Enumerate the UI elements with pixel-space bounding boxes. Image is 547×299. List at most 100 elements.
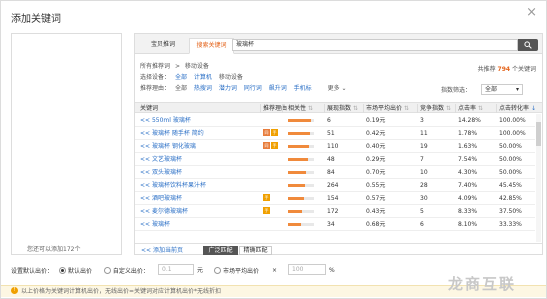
keyword-text[interactable]: 550ml 玻璃杯: [152, 117, 191, 124]
tab-bar: 宝贝推词 搜索关键词 玻璃杯: [135, 34, 542, 54]
keyword-cell: << 麦尔德玻璃杯: [140, 205, 188, 218]
ctr-cell: 4.30%: [458, 169, 478, 176]
add-keyword-link[interactable]: <<: [140, 156, 152, 163]
percent-input[interactable]: 100: [288, 264, 326, 275]
keyword-search-input[interactable]: 玻璃杯: [232, 39, 518, 51]
col-competition[interactable]: 竞争指数 ⇅: [420, 103, 451, 114]
col-market-price[interactable]: 市场平均出价 ⇅: [366, 103, 409, 114]
keyword-cell: << 文艺玻璃杯: [140, 153, 182, 166]
cvr-cell: 100.00%: [499, 117, 526, 124]
add-keyword-link[interactable]: <<: [140, 208, 152, 215]
scrollbar-thumb[interactable]: [536, 122, 541, 146]
more-toggle[interactable]: 更多 ⌄: [328, 85, 347, 92]
table-row[interactable]: << 麦尔德玻璃杯 手 172 0.43元 5 8.33% 37.50%: [135, 205, 535, 218]
table-row[interactable]: << 玻璃杯 钢化玻璃 同手 110 0.40元 19 1.63% 50.00%: [135, 140, 535, 153]
col-ctr[interactable]: 点击率 ⇅: [458, 103, 483, 114]
cvr-cell: 50.00%: [499, 143, 522, 150]
add-keyword-link[interactable]: <<: [140, 130, 152, 137]
keyword-text[interactable]: 文艺玻璃杯: [152, 156, 182, 163]
keyword-text[interactable]: 玻璃杯 随手杯 简约: [152, 130, 204, 137]
search-icon: [524, 41, 532, 49]
keyword-text[interactable]: 双头玻璃杯: [152, 169, 182, 176]
table-row[interactable]: << 玻璃杯 随手杯 简约 同手 51 0.42元 11 1.78% 100.00%: [135, 127, 535, 140]
table-header: 关键词 推荐理由 相关性 ⇅ 展现指数 ⇅ 市场平均出价 ⇅ 竞争指数 ⇅ 点击…: [135, 102, 542, 113]
cvr-cell: 45.45%: [499, 182, 522, 189]
search-button[interactable]: [518, 39, 538, 51]
keyword-cell: << 玻璃杯 随手杯 简约: [140, 127, 204, 140]
total-prefix: 共推荐: [477, 66, 496, 73]
sort-icon: ⇅: [307, 105, 313, 112]
keyword-cell: << 玻璃杯饮料杯果汁杯: [140, 179, 206, 192]
default-bid-radio[interactable]: [58, 267, 66, 274]
custom-bid-option[interactable]: 自定义出价：: [103, 267, 149, 275]
keyword-text[interactable]: 麦尔德玻璃杯: [152, 208, 188, 215]
keyword-cell: << 玻璃杯: [140, 218, 170, 231]
reason-option-rising[interactable]: 飙升词: [269, 85, 287, 92]
market-bid-option[interactable]: 市场平均出价: [214, 266, 259, 275]
market-bid-radio[interactable]: [214, 267, 221, 274]
add-keyword-link[interactable]: <<: [140, 169, 152, 176]
total-suffix: 个关键词: [511, 66, 536, 73]
breadcrumb-root[interactable]: 所有推荐词: [140, 63, 170, 70]
default-bid-label: 默认出价: [67, 268, 92, 275]
custom-bid-input[interactable]: 0.1: [158, 264, 194, 275]
table-row[interactable]: << 550ml 玻璃杯 6 0.19元 3 14.28% 100.00%: [135, 114, 535, 127]
table-scrollbar[interactable]: [536, 114, 541, 242]
category-breadcrumb: 所有推荐词 > 移动设备: [140, 63, 209, 71]
index-filter-value: 全部: [485, 86, 498, 93]
add-keyword-link[interactable]: <<: [140, 221, 152, 228]
keyword-text[interactable]: 玻璃杯饮料杯果汁杯: [152, 182, 206, 189]
col-keyword: 关键词: [140, 105, 159, 112]
table-row[interactable]: << 酒吧玻璃杯 手 154 0.57元 30 4.09% 42.85%: [135, 192, 535, 205]
keyword-text[interactable]: 酒吧玻璃杯: [152, 195, 182, 202]
show-cell: 264: [327, 182, 339, 189]
add-keyword-link[interactable]: <<: [140, 182, 152, 189]
price-cell: 0.55元: [366, 182, 386, 189]
keyword-text[interactable]: 玻璃杯 钢化玻璃: [152, 143, 196, 150]
add-keyword-link[interactable]: <<: [140, 117, 152, 124]
col-relevance[interactable]: 相关性 ⇅: [288, 103, 313, 114]
add-keyword-link[interactable]: <<: [140, 143, 152, 150]
market-bid-label: 市场平均出价: [223, 268, 260, 275]
reason-option-potential[interactable]: 潜力词: [219, 85, 237, 92]
reason-option-peer[interactable]: 同行词: [244, 85, 262, 92]
keyword-text[interactable]: 玻璃杯: [152, 221, 170, 228]
device-option-computer[interactable]: 计算机: [194, 74, 212, 81]
show-cell: 84: [327, 169, 335, 176]
col-impressions-label: 展现指数: [327, 105, 352, 112]
selected-keywords-panel[interactable]: [11, 33, 122, 255]
default-bid-option[interactable]: 默认出价: [58, 267, 92, 275]
reason-tags: 同手: [263, 127, 279, 140]
reason-tag-badge: 同: [263, 129, 270, 136]
index-filter-select[interactable]: 全部 ▾: [481, 84, 523, 95]
ctr-cell: 4.09%: [458, 195, 478, 202]
close-icon[interactable]: ×: [526, 6, 537, 20]
col-impressions[interactable]: 展现指数 ⇅: [327, 103, 358, 114]
col-cvr[interactable]: 点击转化率 ↓: [499, 103, 536, 114]
reason-option-all[interactable]: 全部: [175, 85, 187, 92]
comp-cell: 30: [420, 195, 428, 202]
broad-match-button[interactable]: 广泛匹配: [203, 246, 238, 255]
tab-item-recommend[interactable]: 宝贝推词: [141, 38, 185, 54]
sort-desc-icon: ↓: [530, 105, 536, 112]
col-ctr-label: 点击率: [458, 105, 477, 112]
tab-search-keyword[interactable]: 搜索关键词: [189, 38, 234, 54]
add-current-page-button[interactable]: << 添加当前页: [141, 246, 183, 255]
comp-cell: 7: [420, 156, 424, 163]
table-row[interactable]: << 双头玻璃杯 84 0.70元 10 4.30% 50.00%: [135, 166, 535, 179]
col-reason: 推荐理由: [263, 105, 288, 112]
exact-match-button[interactable]: 精确匹配: [239, 246, 272, 255]
dropdown-arrow-icon: ▾: [515, 86, 519, 93]
device-option-mobile[interactable]: 移动设备: [219, 74, 243, 81]
reason-tags: 同手: [263, 140, 279, 153]
add-keyword-link[interactable]: <<: [140, 195, 152, 202]
device-option-all[interactable]: 全部: [175, 74, 187, 81]
watermark-logo: 龙商互联: [448, 275, 517, 293]
custom-bid-radio[interactable]: [103, 267, 111, 274]
table-row[interactable]: << 玻璃杯饮料杯果汁杯 264 0.55元 28 7.40% 45.45%: [135, 179, 535, 192]
reason-option-hot[interactable]: 热搜词: [194, 85, 212, 92]
table-row[interactable]: << 文艺玻璃杯 48 0.29元 7 7.54% 50.00%: [135, 153, 535, 166]
comp-cell: 19: [420, 143, 428, 150]
table-row[interactable]: << 玻璃杯 34 0.68元 6 8.10% 33.33%: [135, 218, 535, 231]
reason-option-mobile[interactable]: 手机标: [294, 85, 312, 92]
